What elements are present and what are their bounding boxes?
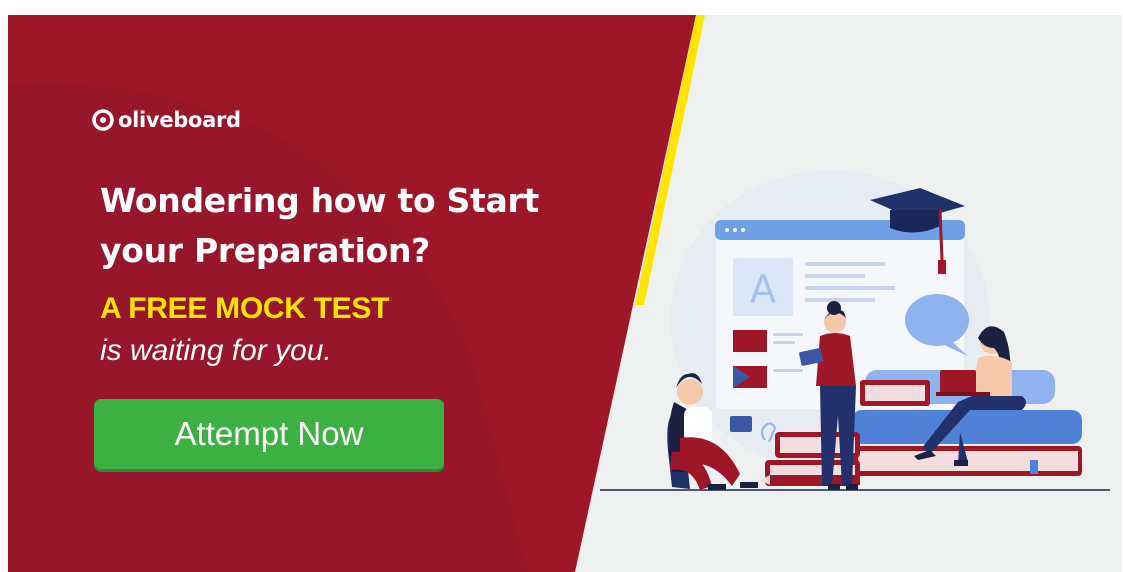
oliveboard-logo-icon — [92, 109, 114, 131]
attempt-now-button[interactable]: Attempt Now — [94, 399, 444, 469]
browser-letter: A — [750, 267, 776, 311]
headline-line-2: your Preparation? — [100, 231, 431, 270]
headline-line-1: Wondering how to Start — [100, 181, 539, 220]
top-strip — [0, 0, 1123, 15]
brand-logo[interactable]: oliveboard — [92, 108, 241, 132]
study-illustration: A — [600, 170, 1110, 491]
offer-tagline: is waiting for you. — [100, 334, 332, 367]
brand-name: oliveboard — [118, 108, 241, 132]
headline: Wondering how to Start your Preparation? — [100, 176, 640, 276]
offer-highlight: A FREE MOCK TEST — [100, 292, 390, 325]
